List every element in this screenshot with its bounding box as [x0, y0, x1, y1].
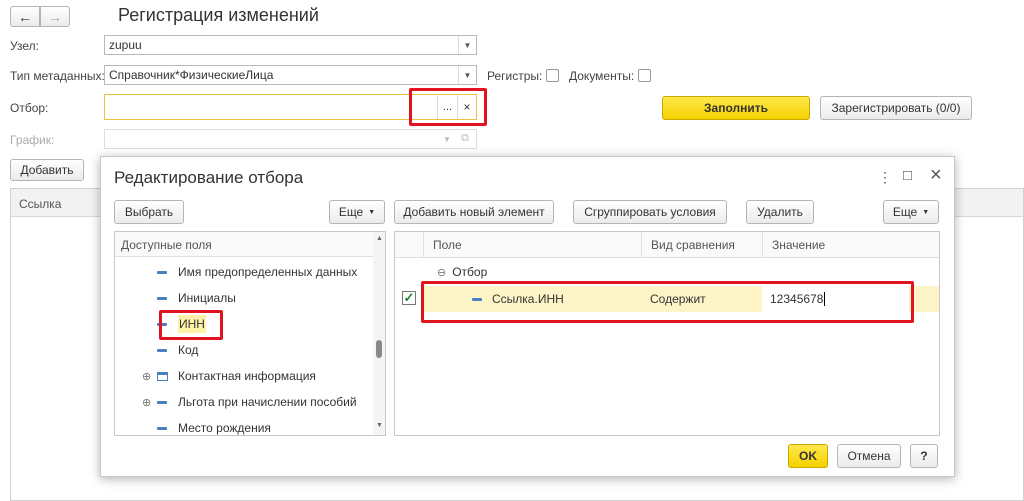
- maximize-icon[interactable]: □: [903, 167, 912, 184]
- fill-button[interactable]: Заполнить: [662, 96, 810, 120]
- cancel-label: Отмена: [847, 449, 891, 463]
- chevron-down-icon[interactable]: ▼: [458, 36, 476, 54]
- meta-value: Справочник*ФизическиеЛица: [109, 68, 274, 82]
- add-button[interactable]: Добавить: [10, 159, 84, 181]
- field-icon: [157, 348, 167, 352]
- select-button[interactable]: Выбрать: [114, 200, 184, 224]
- left-more-label: Еще: [338, 205, 364, 219]
- field-icon: [157, 426, 167, 430]
- group-conditions-button[interactable]: Сгруппировать условия: [573, 200, 727, 224]
- close-icon[interactable]: ×: [930, 164, 942, 187]
- add-label: Добавить: [20, 163, 74, 177]
- group-label: Отбор: [452, 265, 488, 279]
- expand-icon[interactable]: ⊕: [142, 396, 157, 409]
- filter-label: Отбор:: [10, 101, 49, 115]
- left-more-button[interactable]: Еще ▼: [329, 200, 385, 224]
- field-icon: [157, 400, 167, 404]
- schedule-label: График:: [10, 133, 55, 147]
- node-value: zupuu: [109, 38, 142, 52]
- help-icon: ?: [920, 449, 928, 463]
- scrollbar[interactable]: ▲ ▼: [373, 232, 385, 435]
- group-conditions-label: Сгруппировать условия: [584, 205, 716, 219]
- compare-column-header: Вид сравнения: [651, 238, 735, 252]
- field-label: Контактная информация: [178, 369, 316, 383]
- scroll-up-icon[interactable]: ▲: [376, 235, 383, 242]
- chevron-down-icon[interactable]: ▼: [443, 135, 451, 144]
- forward-button[interactable]: →: [40, 6, 70, 27]
- field-label: Место рождения: [178, 421, 271, 435]
- back-button[interactable]: ←: [10, 6, 40, 27]
- caret-down-icon: ▼: [368, 208, 376, 216]
- conditions-panel[interactable]: Поле Вид сравнения Значение ⊖ Отбор ✓ Сс…: [394, 231, 940, 436]
- schedule-field[interactable]: ▼ ⧉: [104, 129, 477, 149]
- field-label: Инициалы: [178, 291, 236, 305]
- field-label: Льгота при начислении пособий: [178, 395, 357, 409]
- back-arrow-icon: ←: [18, 8, 32, 25]
- expand-icon[interactable]: ⊕: [142, 370, 157, 383]
- delete-button[interactable]: Удалить: [746, 200, 814, 224]
- available-fields-panel[interactable]: Доступные поля Имя предопределенных данн…: [114, 231, 386, 436]
- list-item[interactable]: ⊕ Контактная информация: [115, 363, 385, 389]
- delete-label: Удалить: [757, 205, 803, 219]
- list-item[interactable]: ИНН: [115, 311, 385, 337]
- field-icon: [157, 270, 167, 274]
- ok-label: OK: [799, 449, 817, 463]
- caret-down-icon: ▼: [922, 208, 930, 216]
- add-element-label: Добавить новый элемент: [403, 205, 545, 219]
- field-icon: [157, 296, 167, 300]
- add-element-button[interactable]: Добавить новый элемент: [394, 200, 554, 224]
- ok-button[interactable]: OK: [788, 444, 828, 468]
- group-row[interactable]: ⊖ Отбор: [395, 261, 939, 283]
- registers-checkbox[interactable]: [546, 69, 559, 82]
- register-label: Зарегистрировать (0/0): [831, 101, 961, 115]
- registers-label: Регистры:: [487, 69, 543, 83]
- list-item[interactable]: Инициалы: [115, 285, 385, 311]
- node-field[interactable]: zupuu ▼: [104, 35, 477, 55]
- scroll-down-icon[interactable]: ▼: [376, 422, 383, 429]
- select-label: Выбрать: [124, 205, 174, 219]
- filter-dialog: Редактирование отбора ⋮ □ × Выбрать Еще …: [100, 156, 955, 477]
- meta-label: Тип метаданных:: [10, 69, 105, 83]
- menu-icon[interactable]: ⋮: [878, 169, 892, 186]
- help-button[interactable]: ?: [910, 444, 938, 468]
- scroll-thumb[interactable]: [376, 340, 382, 358]
- highlight-frame: [159, 310, 223, 340]
- documents-label: Документы:: [569, 69, 635, 83]
- register-button[interactable]: Зарегистрировать (0/0): [820, 96, 972, 120]
- list-item[interactable]: Код: [115, 337, 385, 363]
- value-column-header: Значение: [772, 238, 826, 252]
- conditions-header: Поле Вид сравнения Значение: [395, 232, 939, 258]
- link-column-header: Ссылка: [19, 197, 62, 211]
- condition-checkbox[interactable]: ✓: [402, 291, 416, 305]
- documents-checkbox[interactable]: [638, 69, 651, 82]
- meta-field[interactable]: Справочник*ФизическиеЛица ▼: [104, 65, 477, 85]
- open-icon[interactable]: ⧉: [461, 132, 469, 145]
- list-item[interactable]: Имя предопределенных данных: [115, 259, 385, 285]
- highlight-frame: [409, 88, 487, 126]
- field-label: Код: [178, 343, 199, 357]
- forward-arrow-icon: →: [48, 8, 62, 25]
- fill-label: Заполнить: [704, 101, 768, 115]
- available-fields-title: Доступные поля: [121, 238, 212, 252]
- available-fields-header: Доступные поля: [115, 232, 385, 257]
- field-column-header: Поле: [433, 238, 462, 252]
- dialog-title: Редактирование отбора: [114, 168, 304, 187]
- list-item[interactable]: ⊕ Льгота при начислении пособий: [115, 389, 385, 415]
- right-more-label: Еще: [892, 205, 918, 219]
- node-label: Узел:: [10, 39, 39, 53]
- field-label: Имя предопределенных данных: [178, 265, 358, 279]
- highlight-frame: [421, 281, 914, 323]
- list-item[interactable]: Место рождения: [115, 415, 385, 435]
- cancel-button[interactable]: Отмена: [837, 444, 901, 468]
- right-more-button[interactable]: Еще ▼: [883, 200, 939, 224]
- table-icon: [157, 371, 168, 381]
- page-title: Регистрация изменений: [118, 5, 319, 25]
- chevron-down-icon[interactable]: ▼: [458, 66, 476, 84]
- collapse-icon[interactable]: ⊖: [437, 266, 446, 279]
